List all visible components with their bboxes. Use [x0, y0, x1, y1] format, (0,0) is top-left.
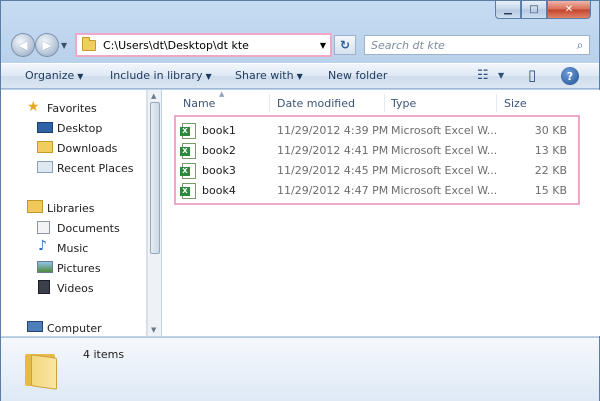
file-list: ▲ Name Date modified Type Size book1 11/… — [162, 90, 600, 336]
nav-recent-places[interactable]: Recent Places — [57, 162, 134, 175]
star-icon: ★ — [27, 99, 40, 115]
nav-documents[interactable]: Documents — [57, 222, 120, 235]
file-date: 11/29/2012 4:41 PM — [277, 144, 389, 157]
file-size: 22 KB — [534, 164, 567, 177]
view-options-dropdown-icon[interactable]: ▼ — [498, 71, 504, 80]
nav-computer[interactable]: Computer — [47, 322, 102, 335]
nav-downloads[interactable]: Downloads — [57, 142, 117, 155]
address-dropdown-icon[interactable]: ▼ — [316, 41, 330, 50]
column-header-date[interactable]: Date modified — [277, 97, 355, 110]
nav-music[interactable]: Music — [57, 242, 88, 255]
nav-pictures[interactable]: Pictures — [57, 262, 101, 275]
include-label: Include in library — [110, 69, 203, 82]
item-count: 4 items — [83, 348, 125, 361]
music-icon: ♪ — [38, 238, 47, 254]
column-header-name[interactable]: Name — [183, 97, 215, 110]
downloads-folder-icon — [37, 141, 53, 153]
forward-button[interactable]: ▶ — [35, 33, 59, 57]
organize-label: Organize — [25, 69, 75, 82]
address-path[interactable]: C:\Users\dt\Desktop\dt kte — [103, 39, 316, 52]
scroll-down-icon[interactable]: ▼ — [151, 326, 156, 334]
nav-desktop[interactable]: Desktop — [57, 122, 102, 135]
details-pane: 4 items — [1, 337, 599, 401]
navigation-pane: ★ Favorites Desktop Downloads Recent Pla… — [1, 90, 147, 336]
videos-icon — [38, 280, 50, 294]
change-view-icon[interactable]: ☷ — [477, 68, 489, 83]
nav-videos[interactable]: Videos — [57, 282, 94, 295]
libraries-icon — [27, 200, 43, 213]
file-type: Microsoft Excel W... — [391, 124, 498, 137]
excel-file-icon — [180, 163, 196, 179]
column-header-type[interactable]: Type — [391, 97, 416, 110]
pictures-icon — [37, 261, 53, 273]
file-row[interactable]: book1 11/29/2012 4:39 PM Microsoft Excel… — [180, 121, 574, 141]
recent-places-icon — [37, 161, 53, 173]
column-divider[interactable] — [384, 94, 385, 112]
file-row[interactable]: book3 11/29/2012 4:45 PM Microsoft Excel… — [180, 161, 574, 181]
minimize-button[interactable]: ▁ — [495, 1, 521, 19]
recent-pages-dropdown[interactable]: ▼ — [61, 41, 67, 50]
file-name: book1 — [202, 124, 236, 137]
new-folder-button[interactable]: New folder — [328, 69, 387, 82]
refresh-button[interactable]: ↻ — [334, 35, 356, 55]
column-divider[interactable] — [269, 94, 270, 112]
file-size: 15 KB — [534, 184, 567, 197]
excel-file-icon — [180, 143, 196, 159]
file-row[interactable]: book2 11/29/2012 4:41 PM Microsoft Excel… — [180, 141, 574, 161]
file-size: 30 KB — [534, 124, 567, 137]
file-type: Microsoft Excel W... — [391, 184, 498, 197]
command-bar: Organize ▼ Include in library ▼ Share with… — [1, 63, 599, 89]
file-date: 11/29/2012 4:47 PM — [277, 184, 389, 197]
organize-menu[interactable]: Organize ▼ — [25, 69, 83, 82]
chevron-down-icon: ▼ — [205, 72, 212, 81]
column-divider[interactable] — [496, 94, 497, 112]
share-label: Share with — [235, 69, 294, 82]
preview-pane-icon[interactable]: ▯ — [528, 66, 536, 84]
sort-ascending-icon: ▲ — [219, 90, 225, 98]
search-input[interactable]: Search dt kte — [371, 39, 571, 52]
caption-buttons: ▁ □ ✕ — [495, 1, 591, 21]
file-type: Microsoft Excel W... — [391, 144, 498, 157]
help-icon[interactable]: ? — [561, 67, 579, 85]
search-box[interactable]: Search dt kte ⌕ — [364, 35, 590, 55]
column-header-size[interactable]: Size — [504, 97, 527, 110]
address-bar[interactable]: C:\Users\dt\Desktop\dt kte ▼ — [75, 33, 332, 57]
file-size: 13 KB — [534, 144, 567, 157]
desktop-icon — [37, 122, 53, 133]
chevron-down-icon: ▼ — [296, 72, 303, 81]
file-name: book4 — [202, 184, 236, 197]
nav-favorites[interactable]: Favorites — [47, 102, 97, 115]
file-name: book3 — [202, 164, 236, 177]
file-name: book2 — [202, 144, 236, 157]
scroll-up-icon[interactable]: ▲ — [151, 92, 156, 100]
search-icon[interactable]: ⌕ — [571, 38, 589, 53]
navigation-bar: ◀ ▶ ▼ C:\Users\dt\Desktop\dt kte ▼ ↻ Sea… — [1, 29, 599, 61]
file-row[interactable]: book4 11/29/2012 4:47 PM Microsoft Excel… — [180, 181, 574, 201]
include-in-library-menu[interactable]: Include in library ▼ — [110, 69, 212, 82]
maximize-button[interactable]: □ — [521, 1, 547, 19]
file-type: Microsoft Excel W... — [391, 164, 498, 177]
excel-file-icon — [180, 123, 196, 139]
explorer-window: ▁ □ ✕ ◀ ▶ ▼ C:\Users\dt\Desktop\dt kte ▼… — [0, 0, 600, 401]
back-button[interactable]: ◀ — [11, 33, 35, 57]
folder-icon — [82, 36, 96, 51]
navigation-scrollbar[interactable]: ▲ ▼ — [147, 90, 161, 336]
file-date: 11/29/2012 4:45 PM — [277, 164, 389, 177]
computer-icon — [27, 321, 43, 332]
excel-file-icon — [180, 183, 196, 199]
documents-icon — [37, 221, 50, 234]
nav-libraries[interactable]: Libraries — [47, 202, 95, 215]
folder-icon — [25, 350, 59, 390]
chevron-down-icon: ▼ — [77, 72, 84, 81]
close-button[interactable]: ✕ — [547, 1, 591, 19]
share-with-menu[interactable]: Share with ▼ — [235, 69, 303, 82]
scrollbar-thumb[interactable] — [150, 102, 160, 254]
file-date: 11/29/2012 4:39 PM — [277, 124, 389, 137]
